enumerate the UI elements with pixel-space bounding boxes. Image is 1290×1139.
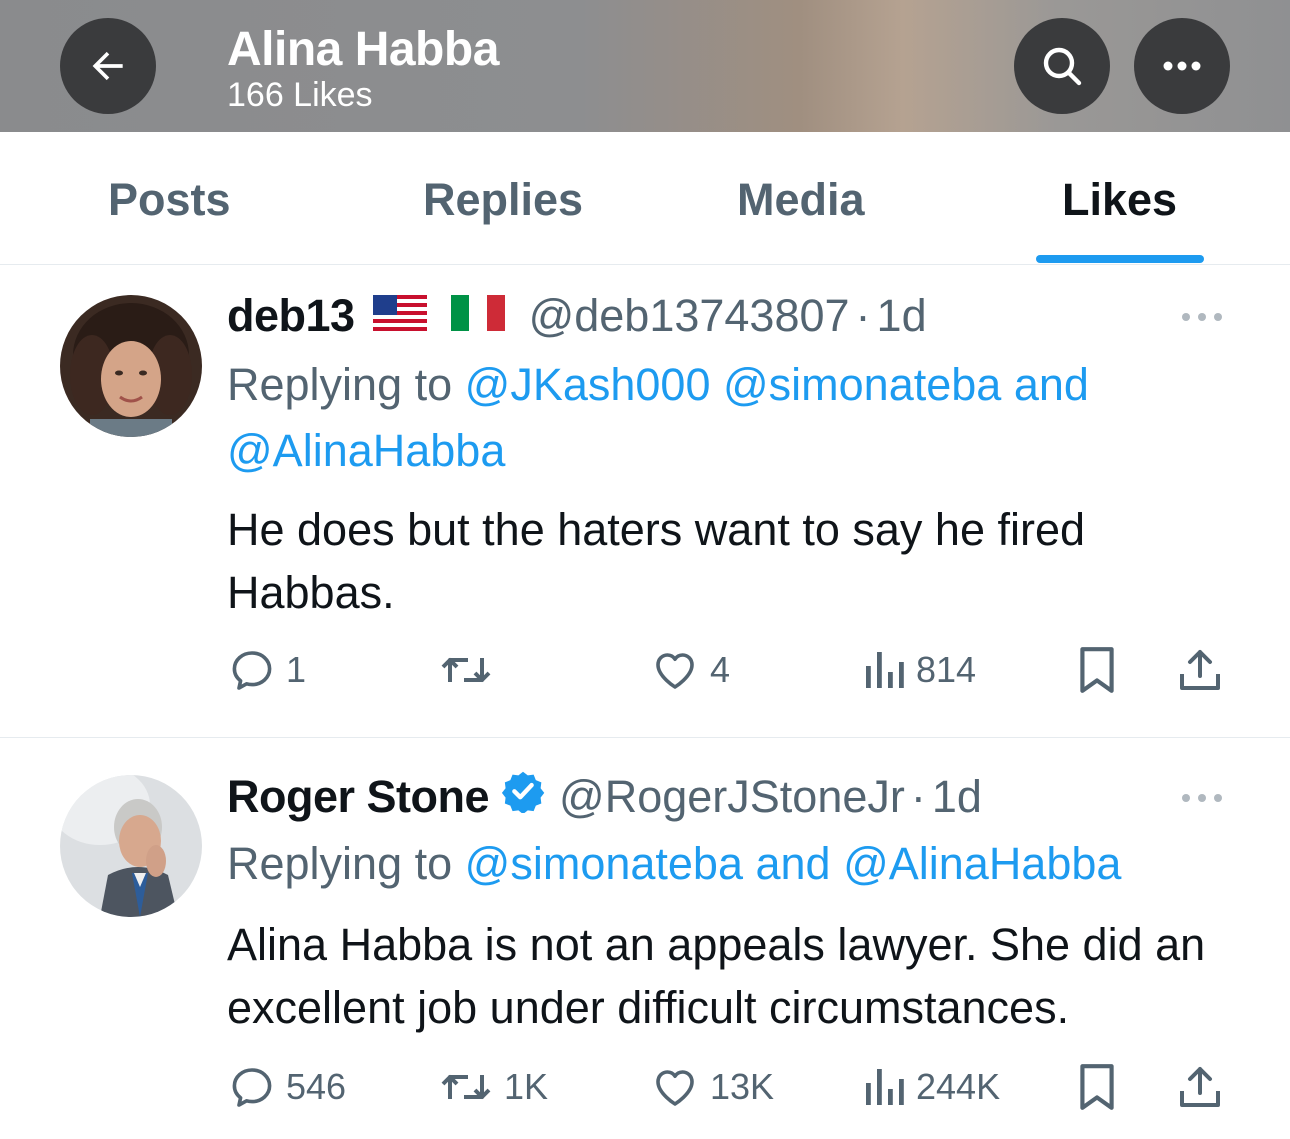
like-button[interactable]: 4 [650,640,730,700]
heart-icon [656,653,694,689]
back-button[interactable] [60,18,156,114]
tweet-author-line: deb13 @deb13743807 · 1d [227,290,927,342]
reply-mentions[interactable]: @simonateba and @AlinaHabba [465,838,1122,889]
reply-mentions[interactable]: @JKash000 @simonateba and [465,359,1089,410]
tab-likes[interactable]: Likes [1062,174,1177,226]
reply-mention[interactable]: @AlinaHabba [227,425,505,476]
search-icon [1043,47,1082,86]
views-icon [866,1069,904,1105]
share-icon [1180,650,1220,690]
repost-button[interactable]: 1K [438,1057,548,1117]
profile-tabs: Posts Replies Media Likes [0,132,1290,265]
views-button[interactable]: 814 [862,640,976,700]
repost-icon [441,1075,491,1099]
display-name[interactable]: deb13 [227,290,355,342]
verified-badge-icon [501,769,545,824]
italy-flag-icon [450,290,505,342]
bookmark-button[interactable] [1076,640,1118,700]
reply-icon [232,1068,272,1107]
handle[interactable]: @deb13743807 [529,290,850,342]
more-icon [1163,61,1201,71]
bookmark-icon [1080,647,1114,693]
replying-to-label: Replying to [227,359,453,410]
likes-count: 166 Likes [227,76,373,114]
bookmark-icon [1080,1064,1114,1110]
display-name[interactable]: Roger Stone [227,771,490,823]
tweet-actions: 546 1K 13K 244K [0,1057,1290,1117]
tab-replies[interactable]: Replies [423,174,583,226]
tab-media[interactable]: Media [737,174,865,226]
repost-button[interactable] [438,640,504,700]
tweet[interactable]: Roger Stone @RogerJStoneJr · 1d Replying… [0,739,1290,1139]
replying-to: Replying to @simonateba and @AlinaHabba [227,831,1227,897]
share-icon [1180,1067,1220,1107]
views-icon [866,652,904,688]
profile-name: Alina Habba [227,23,499,76]
separator-dot: · [855,290,871,341]
bookmark-button[interactable] [1076,1057,1118,1117]
active-tab-indicator [1036,255,1204,263]
share-button[interactable] [1176,1057,1224,1117]
reply-icon [232,651,272,690]
repost-count: 1K [504,1066,549,1107]
timestamp[interactable]: 1d [877,290,927,342]
avatar[interactable] [60,775,202,917]
tweet-text: Alina Habba is not an appeals lawyer. Sh… [227,919,1206,1033]
more-icon [1182,313,1222,321]
tab-posts[interactable]: Posts [108,174,231,226]
like-count: 4 [710,649,731,690]
replying-to-label: Replying to [227,838,453,889]
more-options-button[interactable] [1134,18,1230,114]
profile-header: Alina Habba 166 Likes [0,0,1290,132]
like-button[interactable]: 13K [650,1057,774,1117]
timestamp[interactable]: 1d [932,771,982,823]
reply-button[interactable]: 546 [228,1057,346,1117]
reply-count: 546 [286,1066,347,1107]
tweet-more-button[interactable] [1180,791,1224,809]
handle[interactable]: @RogerJStoneJr [559,771,905,823]
tweet-text: He does but the haters want to say he fi… [227,504,1086,618]
repost-icon [441,658,491,682]
avatar[interactable] [60,295,202,437]
reply-button[interactable]: 1 [228,640,306,700]
views-count: 244K [916,1066,1001,1107]
reply-count: 1 [286,649,307,690]
tweet-author-line: Roger Stone @RogerJStoneJr · 1d [227,769,982,824]
more-icon [1182,794,1222,802]
share-button[interactable] [1176,640,1224,700]
tweet[interactable]: deb13 @deb13743807 · 1d Replying to @JKa… [0,266,1290,738]
replying-to: Replying to @JKash000 @simonateba and @A… [227,352,1227,484]
tweet-actions: 1 4 814 [0,640,1290,700]
heart-icon [656,1070,694,1106]
like-count: 13K [710,1066,775,1107]
views-count: 814 [916,649,977,690]
tweet-more-button[interactable] [1180,310,1224,328]
back-arrow-icon [92,51,123,81]
us-flag-icon [372,290,427,342]
search-button[interactable] [1014,18,1110,114]
separator-dot: · [910,770,926,822]
views-button[interactable]: 244K [862,1057,1000,1117]
